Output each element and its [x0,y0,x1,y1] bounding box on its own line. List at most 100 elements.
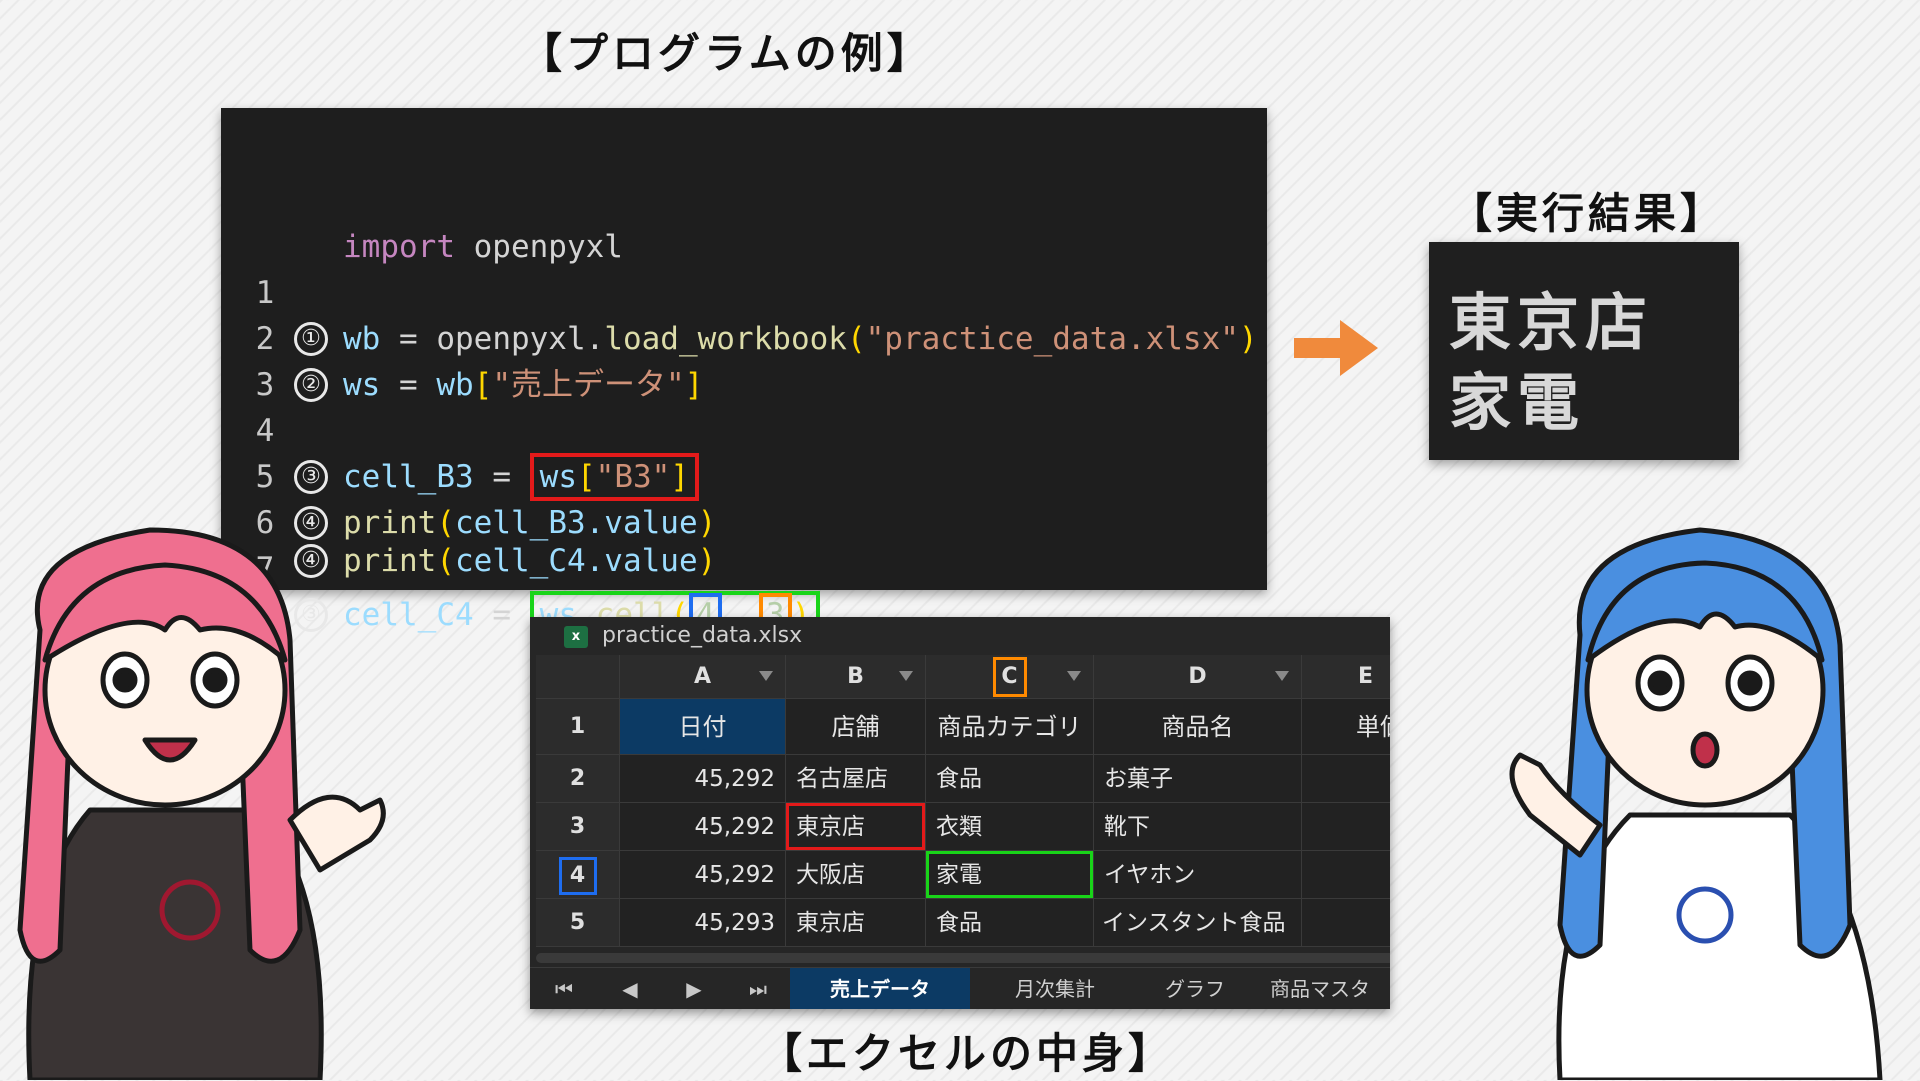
column-header-c[interactable]: C [926,655,1094,699]
cell-d5[interactable]: インスタント食品 [1094,899,1302,947]
cell-c1[interactable]: 商品カテゴリ [926,699,1094,755]
heading-excel-contents: 【エクセルの中身】 [760,1029,1175,1078]
first-sheet-icon[interactable]: ⏮ [544,968,584,1009]
column-header-b[interactable]: B [786,655,926,699]
assign-op: = [380,367,437,403]
cell-d4[interactable]: イヤホン [1094,851,1302,899]
heading-execution-result: 【実行結果】 [1450,189,1727,238]
excel-file-icon: x [564,626,588,648]
step-marker-3: ③ [294,460,328,494]
assign-op: = [473,597,530,633]
grid-corner[interactable] [536,655,620,699]
cell-a4[interactable]: 45,292 [620,851,786,899]
arg-cell-c4-value: cell_C4.value [455,543,698,579]
paren-close: ) [697,505,717,541]
filter-icon[interactable] [1067,671,1081,681]
result-line-1: 東京店 [1449,286,1654,359]
last-sheet-icon[interactable]: ⏭ [738,968,778,1009]
column-letter: C [1001,664,1018,689]
arg-cell-b3-value: cell_B3.value [455,505,698,541]
highlight-box-orange: C [992,657,1027,697]
obj-openpyxl: openpyxl. [436,321,605,357]
cell-c3[interactable]: 衣類 [926,803,1094,851]
tab-product-master[interactable]: 商品マスタ [1270,968,1390,1009]
row-header-2[interactable]: 2 [536,755,620,803]
horizontal-scrollbar[interactable] [536,953,1390,963]
string-filename: "practice_data.xlsx" [865,321,1239,357]
string-b3: "B3" [595,459,671,495]
cell-a1[interactable]: 日付 [620,699,786,755]
cell-e1[interactable]: 単価 [1302,699,1390,755]
excel-window: x practice_data.xlsx A B C D E 1 日付 店舗 商… [530,617,1390,1009]
row-header-4[interactable]: 4 [536,851,620,899]
cell-b4[interactable]: 大阪店 [786,851,926,899]
code-line-6: 6 ③ cell_B3 = ws["B3"] [221,453,1267,541]
bracket-close: ] [670,459,689,495]
result-line-2: 家電 [1449,366,1586,439]
obj-wb: wb [436,367,474,403]
cell-a3[interactable]: 45,292 [620,803,786,851]
cell-c4-highlighted[interactable]: 家電 [926,851,1094,899]
module-name: openpyxl [454,229,623,265]
row-header-1[interactable]: 1 [536,699,620,755]
fn-load-workbook: load_workbook [604,321,847,357]
cell-e3[interactable] [1302,803,1390,851]
cell-b2[interactable]: 名古屋店 [786,755,926,803]
var-wb: wb [343,321,381,357]
cell-a2[interactable]: 45,292 [620,755,786,803]
heading-program-example: 【プログラムの例】 [520,29,933,78]
assign-op: = [380,321,437,357]
cell-d1[interactable]: 商品名 [1094,699,1302,755]
bracket-open: [ [576,459,596,495]
column-letter: D [1188,664,1207,689]
cell-c5[interactable]: 食品 [926,899,1094,947]
code-line-3: 3 ① wb = openpyxl.load_workbook("practic… [221,316,1267,403]
filter-icon[interactable] [899,671,913,681]
step-marker-2: ② [294,368,328,402]
arrow-right-icon [1294,320,1378,376]
cell-e4[interactable] [1302,851,1390,899]
paren-close: ) [1238,321,1258,357]
highlight-box-red: ws["B3"] [529,453,699,501]
character-pink-illustration [17,527,386,1080]
row-header-3[interactable]: 3 [536,803,620,851]
sheet-tab-bar: ⏮ ◀ ▶ ⏭ 売上データ 月次集計 グラフ 商品マスタ [530,967,1390,1009]
cell-e5[interactable] [1302,899,1390,947]
var-cell-b3: cell_B3 [343,459,474,495]
column-header-e[interactable]: E [1302,655,1390,699]
bracket-close: ] [684,367,704,403]
string-sheetname: "売上データ" [492,367,685,403]
next-sheet-icon[interactable]: ▶ [674,968,714,1009]
cell-d2[interactable]: お菓子 [1094,755,1302,803]
cell-a5[interactable]: 45,293 [620,899,786,947]
tab-graph[interactable]: グラフ [1140,968,1250,1009]
code-line-2: 2 [221,270,1267,357]
tab-sales-data[interactable]: 売上データ [790,968,970,1009]
cell-e2[interactable] [1302,755,1390,803]
code-line-1: 1 import openpyxl [221,224,1267,311]
cell-b5[interactable]: 東京店 [786,899,926,947]
paren-open: ( [436,505,455,541]
paren-open: ( [846,321,866,357]
column-header-a[interactable]: A [620,655,786,699]
cell-d3[interactable]: 靴下 [1094,803,1302,851]
character-blue-illustration [1509,527,1883,1080]
excel-titlebar: x practice_data.xlsx [530,617,1390,655]
cell-c2[interactable]: 食品 [926,755,1094,803]
column-letter: B [847,664,864,689]
cell-b3-highlighted[interactable]: 東京店 [786,803,926,851]
paren-open: ( [436,543,455,579]
paren-close: ) [697,543,717,579]
tab-monthly-summary[interactable]: 月次集計 [990,968,1120,1009]
row-header-5[interactable]: 5 [536,899,620,947]
bracket-open: [ [473,367,493,403]
obj-ws: ws [539,459,577,495]
cell-b1[interactable]: 店舗 [786,699,926,755]
filter-icon[interactable] [759,671,773,681]
code-line-4: 4 ② ws = wb["売上データ"] [221,362,1267,449]
filter-icon[interactable] [1275,671,1289,681]
code-line-5: 5 [221,408,1267,495]
column-header-d[interactable]: D [1094,655,1302,699]
prev-sheet-icon[interactable]: ◀ [610,968,650,1009]
result-output-panel: 東京店 家電 [1429,242,1739,460]
